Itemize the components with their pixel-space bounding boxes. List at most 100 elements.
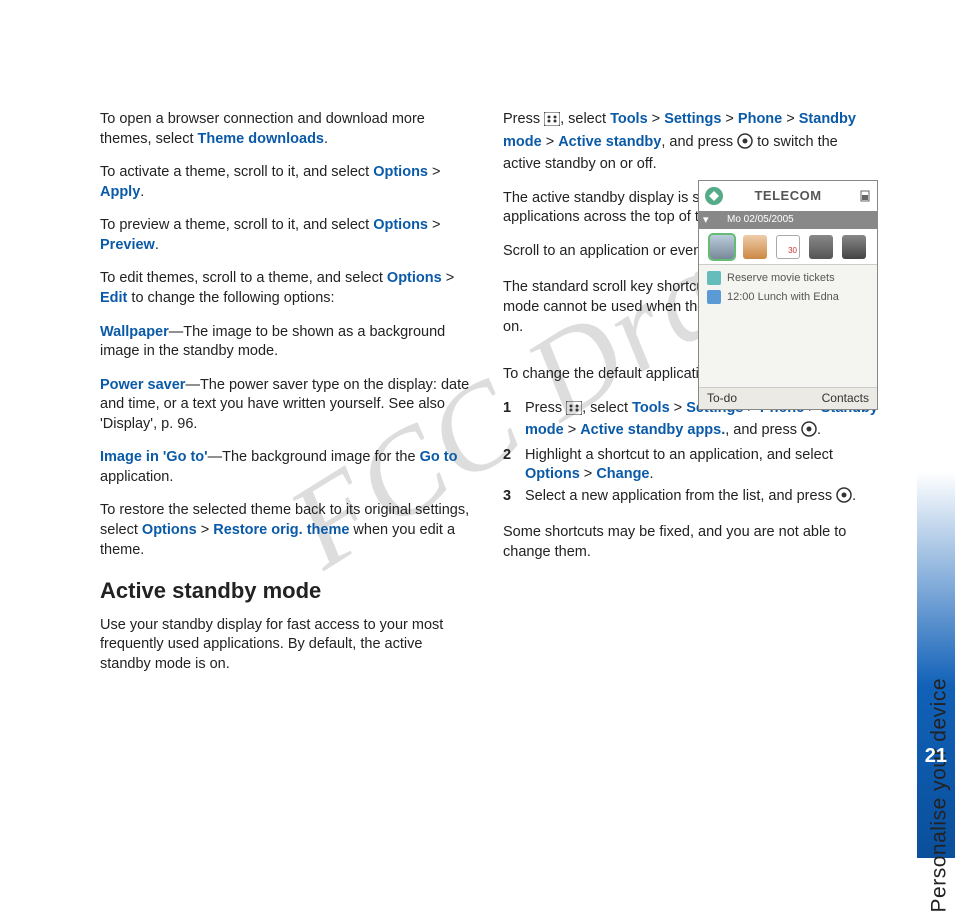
text: > bbox=[428, 217, 441, 233]
text: . bbox=[649, 466, 653, 482]
step-number: 1 bbox=[503, 399, 525, 444]
text: > bbox=[428, 164, 441, 180]
text: To edit themes, scroll to a theme, and s… bbox=[100, 270, 387, 286]
phone-app-icon bbox=[809, 235, 833, 259]
text: > bbox=[721, 111, 738, 127]
option-power-saver: Power saver bbox=[100, 377, 185, 393]
menu-preview: Preview bbox=[100, 237, 155, 253]
text: to change the following options: bbox=[127, 290, 334, 306]
step-number: 2 bbox=[503, 446, 525, 485]
text: > bbox=[564, 422, 581, 438]
phone-list-item: 12:00 Lunch with Edna bbox=[707, 290, 869, 305]
steps-list: 1 Press , select Tools > Settings > Phon… bbox=[503, 399, 878, 510]
phone-item-text: 12:00 Lunch with Edna bbox=[727, 290, 839, 305]
text: , select bbox=[582, 400, 632, 416]
phone-app-icon bbox=[743, 235, 767, 259]
phone-list-item: Reserve movie tickets bbox=[707, 271, 869, 286]
softkey-left: To-do bbox=[707, 390, 737, 406]
para: Wallpaper—The image to be shown as a bac… bbox=[100, 323, 475, 362]
reminder-icon bbox=[707, 271, 721, 285]
para: To restore the selected theme back to it… bbox=[100, 501, 475, 560]
link-go-to: Go to bbox=[420, 449, 458, 465]
operator-logo-icon bbox=[703, 185, 725, 207]
para: To preview a theme, scroll to it, and se… bbox=[100, 216, 475, 255]
para: To activate a theme, scroll to it, and s… bbox=[100, 163, 475, 202]
text: > bbox=[442, 270, 455, 286]
para: Some shortcuts may be fixed, and you are… bbox=[503, 523, 878, 562]
page-number: 21 bbox=[925, 745, 947, 768]
link-theme-downloads: Theme downloads bbox=[198, 131, 325, 147]
softkey-right: Contacts bbox=[822, 390, 869, 406]
text: . bbox=[140, 184, 144, 200]
phone-statusbar: TELECOM bbox=[699, 181, 877, 211]
phone-body: Reserve movie tickets 12:00 Lunch with E… bbox=[699, 265, 877, 385]
sidebar: Personalise your device 21 bbox=[917, 0, 955, 858]
calendar-icon bbox=[707, 290, 721, 304]
text: > bbox=[782, 111, 799, 127]
menu-settings: Settings bbox=[664, 111, 721, 127]
menu-options: Options bbox=[525, 466, 580, 482]
text: > bbox=[670, 400, 687, 416]
step-number: 3 bbox=[503, 487, 525, 510]
text: , select bbox=[560, 111, 610, 127]
content-columns: To open a browser connection and downloa… bbox=[100, 110, 880, 689]
menu-key-icon bbox=[544, 112, 560, 133]
menu-tools: Tools bbox=[632, 400, 670, 416]
text: , and press bbox=[725, 422, 801, 438]
menu-restore-theme: Restore orig. theme bbox=[213, 522, 349, 538]
option-wallpaper: Wallpaper bbox=[100, 324, 169, 340]
list-item: 3 Select a new application from the list… bbox=[503, 487, 878, 510]
para: Press , select Tools > Settings > Phone … bbox=[503, 110, 878, 175]
menu-active-standby-apps: Active standby apps. bbox=[580, 422, 725, 438]
menu-edit: Edit bbox=[100, 290, 127, 306]
menu-apply: Apply bbox=[100, 184, 140, 200]
text: , and press bbox=[661, 134, 737, 150]
text: > bbox=[580, 466, 597, 482]
scroll-key-icon bbox=[737, 133, 753, 156]
phone-item-text: Reserve movie tickets bbox=[727, 271, 835, 286]
menu-active-standby: Active standby bbox=[558, 134, 661, 150]
phone-screenshot: TELECOM ▾ Mo 02/05/2005 30 bbox=[698, 180, 878, 410]
phone-app-row: 30 bbox=[699, 229, 877, 265]
text: > bbox=[197, 522, 214, 538]
menu-options: Options bbox=[373, 164, 428, 180]
para: To open a browser connection and downloa… bbox=[100, 110, 475, 149]
text: . bbox=[852, 488, 856, 504]
scroll-key-icon bbox=[836, 487, 852, 510]
para: Image in 'Go to'—The background image fo… bbox=[100, 448, 475, 487]
phone-app-icon: 30 bbox=[776, 235, 800, 259]
section-title: Personalise your device bbox=[927, 678, 951, 912]
signal-icon: ▾ bbox=[703, 213, 709, 228]
step-body: Select a new application from the list, … bbox=[525, 487, 878, 510]
text: > bbox=[542, 134, 559, 150]
para: To edit themes, scroll to a theme, and s… bbox=[100, 269, 475, 308]
menu-options: Options bbox=[373, 217, 428, 233]
menu-phone: Phone bbox=[738, 111, 782, 127]
text: Press bbox=[503, 111, 544, 127]
text: . bbox=[324, 131, 328, 147]
menu-options: Options bbox=[142, 522, 197, 538]
list-item: 2 Highlight a shortcut to an application… bbox=[503, 446, 878, 485]
phone-softkeys: To-do Contacts bbox=[699, 387, 877, 409]
battery-icon bbox=[859, 189, 873, 203]
text: application. bbox=[100, 469, 173, 485]
text: > bbox=[648, 111, 665, 127]
para: Power saver—The power saver type on the … bbox=[100, 376, 475, 435]
menu-change: Change bbox=[596, 466, 649, 482]
right-column: Press , select Tools > Settings > Phone … bbox=[503, 110, 878, 689]
text: Highlight a shortcut to an application, … bbox=[525, 447, 833, 463]
left-column: To open a browser connection and downloa… bbox=[100, 110, 475, 689]
scroll-key-icon bbox=[801, 421, 817, 444]
text: Press bbox=[525, 400, 566, 416]
menu-options: Options bbox=[387, 270, 442, 286]
option-image-goto: Image in 'Go to' bbox=[100, 449, 208, 465]
page: FCC Draft To open a browser connection a… bbox=[0, 0, 955, 858]
para: Use your standby display for fast access… bbox=[100, 616, 475, 675]
text: Select a new application from the list, … bbox=[525, 488, 836, 504]
phone-date-text: Mo 02/05/2005 bbox=[727, 213, 794, 227]
phone-app-icon bbox=[842, 235, 866, 259]
step-body: Highlight a shortcut to an application, … bbox=[525, 446, 878, 485]
text: . bbox=[817, 422, 821, 438]
text: To activate a theme, scroll to it, and s… bbox=[100, 164, 373, 180]
text: —The background image for the bbox=[208, 449, 420, 465]
